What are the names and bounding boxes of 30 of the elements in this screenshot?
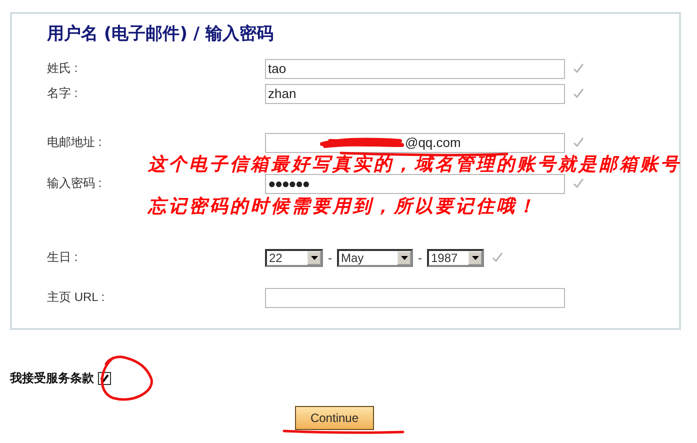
field-label: 输入密码 : [47, 175, 103, 192]
field-label: 名字 : [47, 85, 79, 102]
checkmark-icon [492, 252, 503, 263]
separator: - [328, 250, 332, 264]
checkmark-icon [573, 63, 584, 74]
terms-label: 我接受服务条款 [10, 370, 94, 387]
handwritten-note: 这个电子信箱最好写真实的，域名管理的账号就是邮箱账号 [148, 156, 681, 174]
handwritten-note: 忘记密码的时候需要用到，所以要记住哦！ [148, 198, 538, 216]
caret-icon [400, 256, 408, 260]
field-label: 电邮地址 : [47, 134, 103, 151]
checkmark-icon [573, 137, 584, 148]
input-field[interactable] [265, 288, 565, 308]
continue-button[interactable]: Continue [295, 406, 374, 430]
checkmark-icon [100, 374, 109, 383]
dropdown[interactable]: 22 [265, 248, 323, 266]
form-title: 用户名 (电子邮件) / 输入密码 [47, 23, 275, 46]
caret-icon [472, 256, 478, 260]
field-label: 生日 : [47, 249, 79, 266]
checkmark-icon [573, 178, 584, 189]
dropdown[interactable]: May [337, 248, 413, 266]
separator: - [418, 250, 422, 264]
dropdown[interactable]: 1987 [427, 248, 484, 266]
input-field[interactable]: tao [265, 58, 565, 78]
circle-mark [100, 356, 153, 401]
password-field[interactable]: ●●●●●● [265, 174, 565, 194]
checkmark-icon [573, 88, 584, 99]
input-field[interactable]: zhan [265, 84, 565, 104]
field-label: 主页 URL : [47, 289, 106, 306]
caret-icon [310, 256, 318, 260]
field-label: 姓氏 : [47, 60, 79, 77]
